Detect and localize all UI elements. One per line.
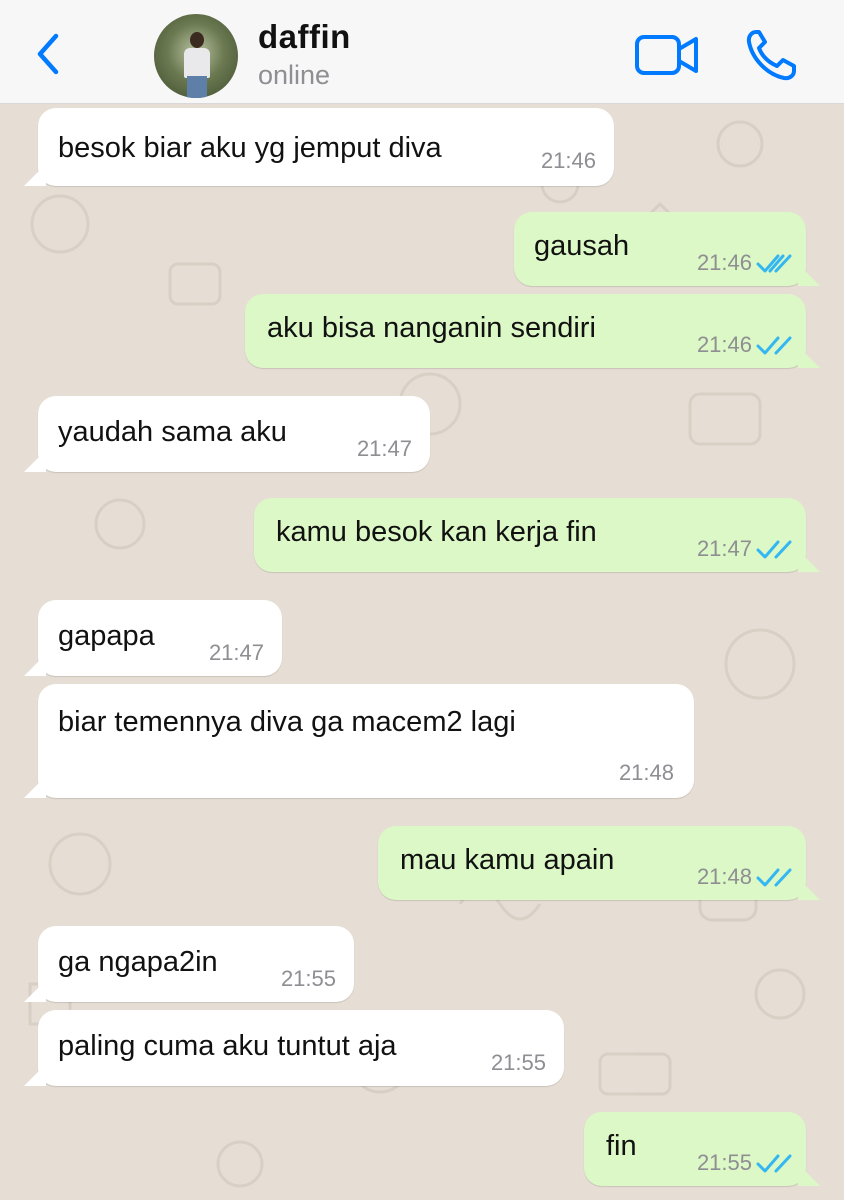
message-time: 21:55 (696, 1150, 752, 1175)
back-button[interactable] (30, 30, 66, 78)
read-receipt-icon (756, 336, 792, 355)
message-time: 21:46 (696, 332, 752, 357)
read-receipt-icon (756, 868, 792, 887)
phone-icon (746, 30, 796, 81)
message-time: 21:46 (696, 250, 752, 275)
message-text: gausah (534, 230, 630, 262)
chevron-left-icon (37, 33, 59, 75)
message-text: aku bisa nanganin sendiri (267, 312, 596, 344)
avatar-figure-head (190, 32, 204, 48)
message-bubble-outgoing[interactable]: gausah 21:46 (514, 212, 820, 286)
message-time: 21:48 (696, 864, 752, 889)
read-receipt-icon (756, 1154, 792, 1173)
message-text: kamu besok kan kerja fin (276, 516, 597, 548)
message-text: fin (606, 1130, 637, 1162)
message-time: 21:46 (540, 148, 596, 173)
message-time: 21:47 (208, 640, 264, 665)
read-receipt-icon (756, 254, 792, 273)
message-bubble-incoming[interactable]: paling cuma aku tuntut aja 21:55 (24, 1010, 564, 1086)
chat-header: daffin online (0, 0, 844, 104)
message-bubble-outgoing[interactable]: aku bisa nanganin sendiri 21:46 (245, 294, 820, 368)
message-bubble-incoming[interactable]: biar temennya diva ga macem2 lagi 21:48 (24, 684, 694, 798)
video-call-button[interactable] (634, 32, 700, 78)
message-text: besok biar aku yg jemput diva (58, 132, 442, 164)
message-time: 21:48 (618, 760, 674, 785)
chat-area[interactable]: besok biar aku yg jemput diva 21:46 gaus… (0, 104, 844, 1200)
message-bubble-incoming[interactable]: ga ngapa2in 21:55 (24, 926, 354, 1002)
message-text: ga ngapa2in (58, 946, 218, 978)
message-text: paling cuma aku tuntut aja (58, 1030, 397, 1062)
message-time: 21:47 (696, 536, 752, 561)
contact-status: online (258, 60, 331, 90)
message-bubble-outgoing[interactable]: fin 21:55 (584, 1112, 820, 1186)
message-bubble-incoming[interactable]: besok biar aku yg jemput diva 21:46 (24, 108, 614, 186)
contact-avatar[interactable] (154, 14, 238, 98)
message-time: 21:47 (356, 436, 412, 461)
message-bubble-incoming[interactable]: gapapa 21:47 (24, 600, 282, 676)
message-text: gapapa (58, 620, 155, 652)
avatar-figure-body (184, 48, 210, 78)
message-time: 21:55 (280, 966, 336, 991)
message-bubble-outgoing[interactable]: kamu besok kan kerja fin 21:47 (254, 498, 820, 572)
read-receipt-icon (756, 540, 792, 559)
voice-call-button[interactable] (744, 28, 800, 82)
message-bubble-outgoing[interactable]: mau kamu apain 21:48 (378, 826, 820, 900)
message-text: yaudah sama aku (58, 416, 287, 448)
message-text: biar temennya diva ga macem2 lagi (58, 706, 516, 738)
message-bubble-incoming[interactable]: yaudah sama aku 21:47 (24, 396, 430, 472)
contact-name[interactable]: daffin (258, 18, 351, 56)
video-camera-icon (635, 35, 698, 75)
message-text: mau kamu apain (400, 844, 615, 876)
message-time: 21:55 (490, 1050, 546, 1075)
avatar-figure-legs (187, 76, 207, 98)
